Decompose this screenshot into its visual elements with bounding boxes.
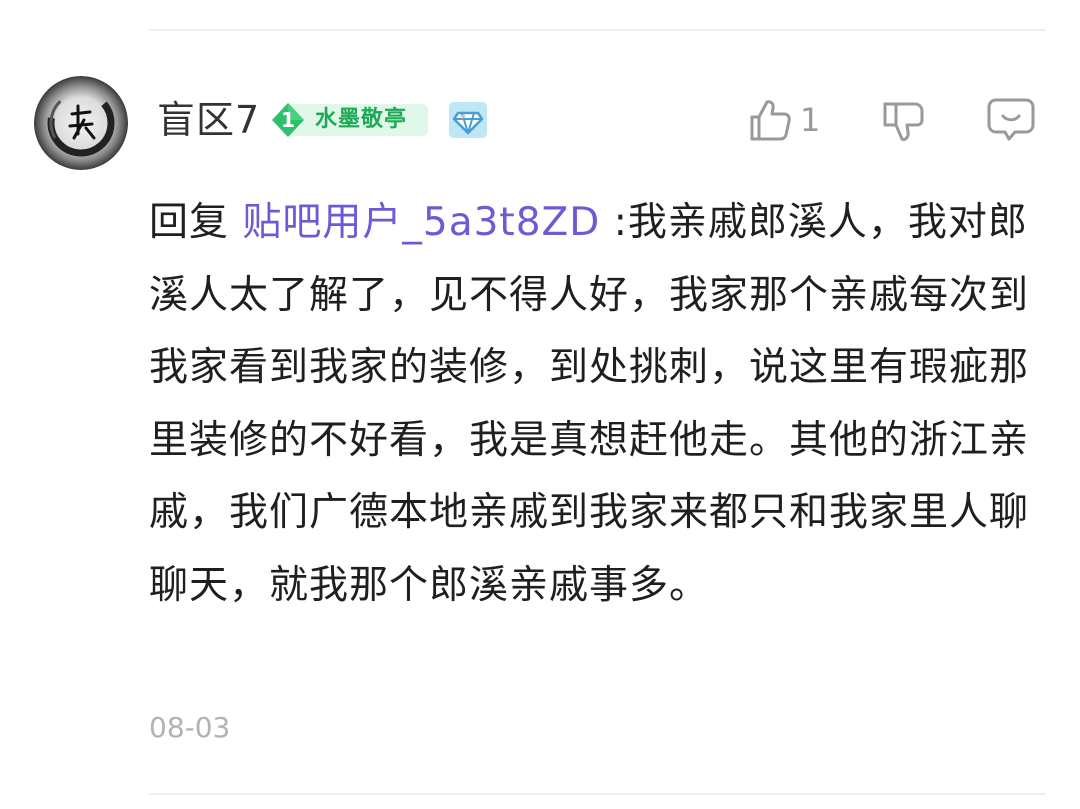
comment-text: :我亲戚郎溪人，我对郎溪人太了解了，见不得人好，我家那个亲戚每次到我家看到我家的… <box>149 200 1030 608</box>
comment-body: 回复 贴吧用户_5a3t8ZD :我亲戚郎溪人，我对郎溪人太了解了，见不得人好，… <box>149 187 1039 622</box>
level-title: 水墨敬亭 <box>315 107 408 132</box>
like-count: 1 <box>800 101 821 139</box>
avatar[interactable] <box>34 76 128 170</box>
comment-bubble-icon[interactable] <box>987 96 1035 142</box>
thumbs-down-icon[interactable] <box>881 98 927 144</box>
like-button[interactable]: 1 <box>748 96 828 144</box>
ink-circle-avatar-icon <box>34 76 128 170</box>
top-divider <box>148 29 1046 31</box>
mention-link[interactable]: 贴吧用户_5a3t8ZD <box>242 200 600 245</box>
diamond-badge-icon[interactable] <box>448 101 488 139</box>
level-number: 1 <box>281 108 295 132</box>
reply-prefix: 回复 <box>149 200 243 245</box>
level-badge[interactable]: 1 水墨敬亭 <box>270 102 428 138</box>
username[interactable]: 盲区7 <box>157 96 260 144</box>
thumbs-up-icon <box>750 100 791 141</box>
bottom-divider <box>148 793 1046 795</box>
comment-date: 08-03 <box>149 711 231 744</box>
